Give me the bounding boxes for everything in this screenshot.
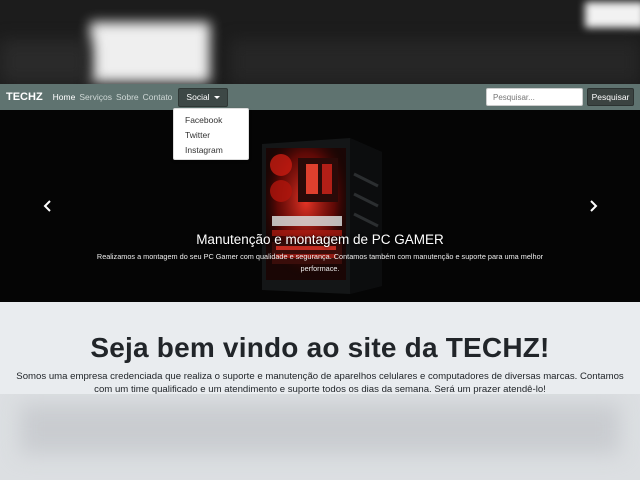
nav-link-home[interactable]: Home [53, 92, 76, 102]
blurred-block [20, 404, 620, 454]
carousel-next-button[interactable] [586, 198, 600, 214]
blurred-block [585, 2, 640, 28]
blurred-header-area [0, 0, 640, 84]
brand-logo[interactable]: TECHZ [6, 91, 43, 103]
navbar: TECHZ Home Serviços Sobre Contato Social… [0, 84, 640, 110]
carousel-caption: Manutenção e montagem de PC GAMER Realiz… [0, 232, 640, 275]
social-dropdown-label: Social [186, 92, 210, 102]
social-dropdown-toggle[interactable]: Social [178, 87, 228, 107]
carousel-prev-button[interactable] [41, 198, 55, 214]
nav-link-about[interactable]: Sobre [116, 92, 139, 102]
search-button[interactable]: Pesquisar [587, 88, 634, 106]
search-form: Pesquisar [486, 88, 634, 106]
blurred-block [90, 22, 210, 82]
chevron-left-icon [43, 200, 51, 212]
carousel-caption-title: Manutenção e montagem de PC GAMER [196, 232, 444, 247]
welcome-jumbotron: Seja bem vindo ao site da TECHZ! Somos u… [0, 302, 640, 396]
chevron-right-icon [590, 200, 598, 212]
caret-down-icon [213, 95, 220, 99]
social-dropdown-menu: Facebook Twitter Instagram [173, 108, 249, 160]
blurred-block [0, 40, 90, 84]
nav-link-services[interactable]: Serviços [79, 92, 112, 102]
carousel-caption-text: Realizamos a montagem do seu PC Gamer co… [96, 252, 544, 273]
dropdown-item-facebook[interactable]: Facebook [174, 113, 248, 128]
nav-link-contact[interactable]: Contato [143, 92, 173, 102]
search-input[interactable] [486, 88, 583, 106]
blurred-block [230, 40, 640, 84]
welcome-text: Somos uma empresa credenciada que realiz… [16, 371, 624, 395]
dropdown-item-twitter[interactable]: Twitter [174, 128, 248, 143]
blurred-footer-area [0, 394, 640, 480]
hero-carousel: Manutenção e montagem de PC GAMER Realiz… [0, 110, 640, 302]
dropdown-item-instagram[interactable]: Instagram [174, 143, 248, 158]
welcome-title: Seja bem vindo ao site da TECHZ! [90, 332, 550, 363]
